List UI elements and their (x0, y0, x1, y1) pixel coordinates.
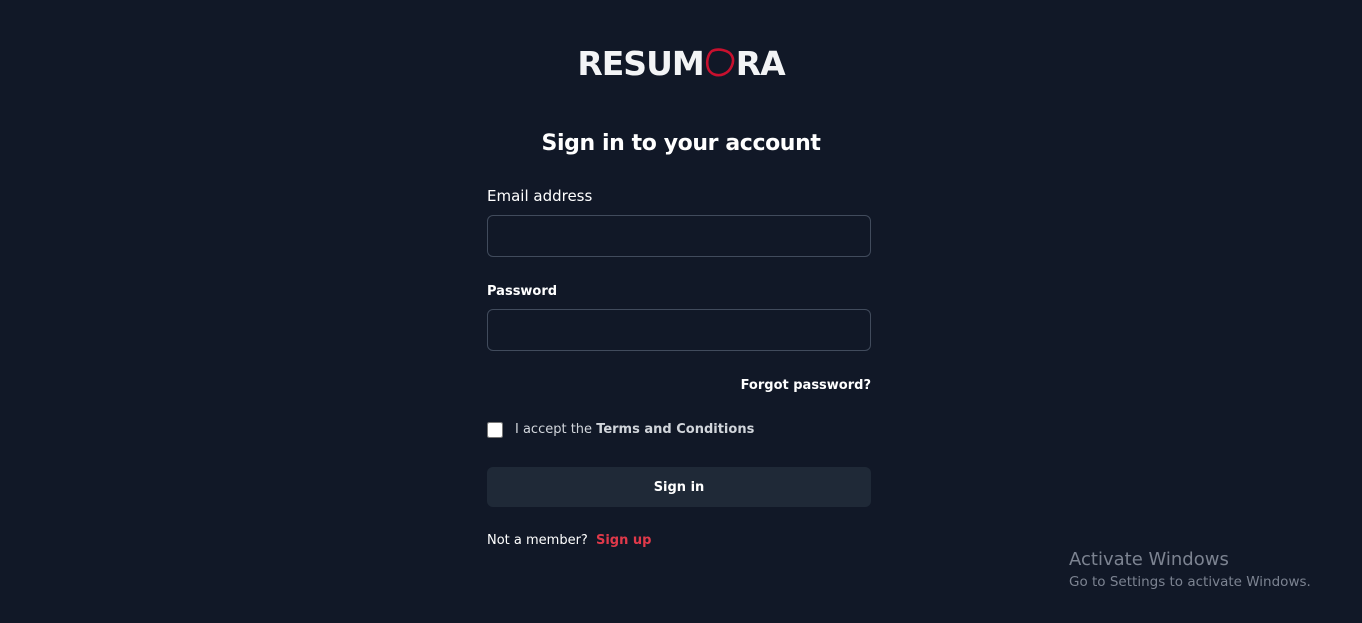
terms-checkbox[interactable] (487, 422, 503, 438)
watermark-subtitle: Go to Settings to activate Windows. (1069, 574, 1311, 590)
watermark-title: Activate Windows (1069, 549, 1229, 570)
email-input[interactable] (487, 215, 871, 257)
page-title: Sign in to your account (541, 131, 821, 156)
terms-row: I accept the Terms and Conditions (487, 421, 754, 439)
password-label: Password (487, 284, 558, 299)
password-input[interactable] (487, 309, 871, 351)
brand-logo: RESUM RA (0, 44, 1362, 84)
brand-name-right: RA (735, 44, 786, 83)
forgot-password-link[interactable]: Forgot password? (741, 377, 871, 395)
email-label: Email address (487, 187, 593, 205)
signup-link[interactable]: Sign up (596, 533, 651, 548)
login-page: RESUM RA Sign in to your account Email a… (0, 0, 1362, 623)
terms-prefix: I accept the (515, 422, 593, 437)
signup-prompt: Not a member? Sign up (487, 532, 651, 550)
brand-name-left: RESUM (577, 44, 704, 83)
signin-button[interactable]: Sign in (487, 467, 871, 507)
terms-text: I accept the Terms and Conditions (515, 421, 754, 439)
brand-mark-icon (705, 48, 734, 77)
member-prompt-text: Not a member? (487, 533, 588, 548)
terms-link[interactable]: Terms and Conditions (596, 422, 754, 437)
windows-activation-watermark: Activate Windows Go to Settings to activ… (1069, 549, 1311, 592)
